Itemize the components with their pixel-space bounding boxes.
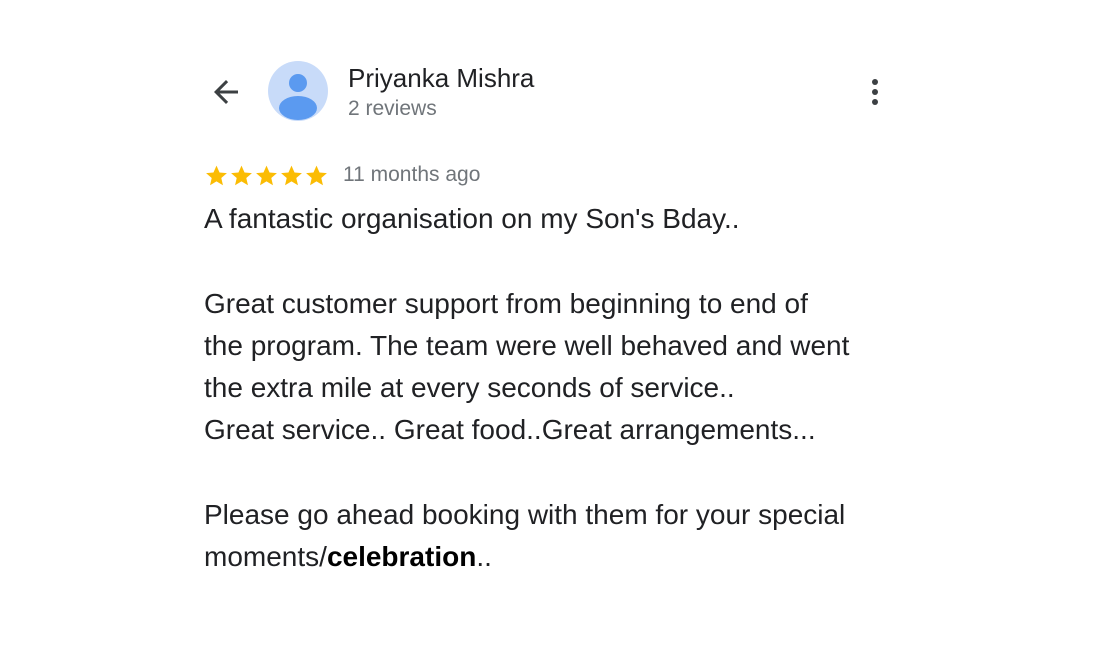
star-icon [206,165,227,185]
review-time: 11 months ago [343,163,481,186]
review-text: A fantastic organisation on my Son's Bda… [204,198,924,579]
review-line: the program. The team were well behaved … [204,329,850,361]
user-name[interactable]: Priyanka Mishra [348,62,534,94]
rating-row: 11 months ago [204,160,480,190]
reviewer-header: Priyanka Mishra 2 reviews [206,58,896,128]
user-info: Priyanka Mishra 2 reviews [348,62,534,124]
review-line: the extra mile at every seconds of servi… [204,372,735,404]
review-text-bold: celebration [326,541,477,573]
more-vertical-icon [872,79,878,105]
back-button[interactable] [206,72,246,112]
star-rating [204,163,329,188]
arrow-back-icon [214,80,238,104]
star-icon [256,165,277,185]
person-icon [279,74,317,120]
review-line: Great service.. Great food..Great arrang… [204,414,816,446]
avatar[interactable] [268,61,328,121]
star-icon [231,165,252,185]
star-icon [281,165,302,185]
more-options-button[interactable] [860,72,890,112]
review-line: moments/celebration.. [204,536,924,578]
star-icon [306,165,327,185]
review-text-segment: moments/ [204,541,327,573]
review-count: 2 reviews [348,97,437,120]
review-line: Great customer support from beginning to… [204,287,808,319]
review-text-segment: .. [476,541,492,573]
review-line: Please go ahead booking with them for yo… [204,499,846,531]
review-page: Priyanka Mishra 2 reviews 11 months ago … [0,0,1100,650]
review-line: A fantastic organisation on my Son's Bda… [204,203,740,234]
